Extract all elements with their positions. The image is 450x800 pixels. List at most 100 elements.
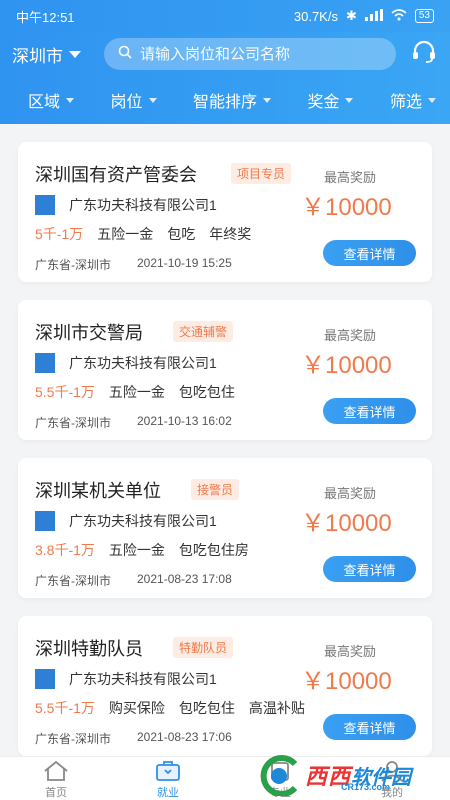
- salary: 5.5千-1万: [35, 384, 95, 400]
- briefcase-icon: [154, 760, 182, 784]
- watermark-logo: 西西 软件园 CR173.com: [255, 752, 445, 798]
- job-info: 5.5千-1万 五险一金 包吃包住: [35, 382, 235, 402]
- status-icons: 30.7K/s ✱ 53: [294, 8, 434, 24]
- job-tag: 特勤队员: [173, 637, 234, 658]
- job-title: 深圳市交警局: [35, 323, 143, 343]
- post-date: 2021-08-23 17:06: [137, 730, 232, 744]
- view-details-button[interactable]: 查看详情: [323, 398, 416, 424]
- job-tag: 项目专员: [231, 163, 292, 184]
- status-time: 中午12:51: [16, 9, 75, 25]
- tab-home[interactable]: 首页: [0, 757, 112, 800]
- job-list: 深圳国有资产管委会 项目专员 广东功夫科技有限公司1 5千-1万 五险一金 包吃…: [0, 124, 450, 756]
- customer-service-button[interactable]: [410, 40, 438, 68]
- job-tag: 接警员: [191, 479, 240, 500]
- job-card[interactable]: 深圳某机关单位 接警员 广东功夫科技有限公司1 3.8千-1万 五险一金 包吃包…: [18, 458, 432, 598]
- signal-icon: [364, 8, 383, 24]
- bluetooth-icon: ✱: [345, 8, 357, 23]
- filter-label: 区域: [28, 94, 61, 111]
- filter-more[interactable]: 筛选: [390, 88, 436, 112]
- filter-bonus[interactable]: 奖金: [307, 88, 354, 112]
- reward-label: 最高奖励: [324, 644, 377, 659]
- reward-amount: ￥10000: [301, 352, 392, 379]
- reward-label: 最高奖励: [324, 486, 377, 501]
- benefit: 包吃包住: [178, 700, 235, 716]
- search-input[interactable]: [140, 45, 370, 63]
- home-icon: [42, 760, 70, 784]
- benefit: 五险一金: [108, 384, 165, 400]
- tab-label: 首页: [45, 787, 67, 799]
- benefit: 五险一金: [97, 226, 154, 242]
- company-name: 广东功夫科技有限公司1: [69, 197, 217, 213]
- salary: 5千-1万: [35, 226, 84, 242]
- job-info: 5千-1万 五险一金 包吃 年终奖: [35, 224, 251, 244]
- chevron-down-icon: [66, 97, 75, 103]
- job-card[interactable]: 深圳市交警局 交通辅警 广东功夫科技有限公司1 5.5千-1万 五险一金 包吃包…: [18, 300, 432, 440]
- chevron-down-icon: [69, 50, 81, 58]
- reward-label: 最高奖励: [324, 328, 377, 343]
- city-selector[interactable]: 深圳市: [12, 42, 102, 67]
- filter-label: 奖金: [307, 94, 340, 111]
- filter-label: 智能排序: [192, 94, 257, 111]
- company-logo: [35, 195, 55, 215]
- tab-employment[interactable]: 就业: [112, 757, 224, 800]
- search-icon: [118, 45, 132, 64]
- location: 广东省-深圳市: [35, 732, 111, 746]
- view-details-button[interactable]: 查看详情: [323, 556, 416, 582]
- filter-region[interactable]: 区域: [28, 88, 75, 112]
- headset-icon: [411, 39, 437, 70]
- reward-amount: ￥10000: [301, 194, 392, 221]
- city-label: 深圳市: [12, 46, 63, 66]
- job-info: 5.5千-1万 购买保险 包吃包住 高温补贴: [35, 698, 305, 718]
- header: 深圳市 区域 岗位 智能排序 奖金 筛选: [0, 32, 450, 124]
- chevron-down-icon: [345, 97, 354, 103]
- network-speed: 30.7K/s: [293, 8, 338, 24]
- wifi-icon: [391, 8, 407, 24]
- job-title: 深圳国有资产管委会: [35, 165, 197, 185]
- company-logo: [35, 353, 55, 373]
- chevron-down-icon: [262, 97, 271, 103]
- filter-label: 筛选: [389, 94, 422, 111]
- filter-bar: 区域 岗位 智能排序 奖金 筛选: [0, 76, 450, 124]
- company-name: 广东功夫科技有限公司1: [69, 355, 217, 371]
- company-logo: [35, 669, 55, 689]
- top-bar: 深圳市: [0, 32, 450, 76]
- salary: 5.5千-1万: [35, 700, 95, 716]
- benefit: 包吃包住: [178, 384, 235, 400]
- benefit: 包吃: [167, 226, 196, 242]
- job-tag: 交通辅警: [173, 321, 234, 342]
- job-card[interactable]: 深圳国有资产管委会 项目专员 广东功夫科技有限公司1 5千-1万 五险一金 包吃…: [18, 142, 432, 282]
- salary: 3.8千-1万: [35, 542, 95, 558]
- search-bar[interactable]: [104, 38, 396, 70]
- post-date: 2021-10-13 16:02: [137, 414, 232, 428]
- benefit: 五险一金: [108, 542, 165, 558]
- reward-label: 最高奖励: [324, 170, 377, 185]
- filter-position[interactable]: 岗位: [110, 88, 157, 112]
- chevron-down-icon: [427, 97, 436, 103]
- company-logo: [35, 511, 55, 531]
- status-bar: 中午12:51 30.7K/s ✱ 53: [0, 0, 450, 32]
- reward-amount: ￥10000: [301, 668, 392, 695]
- watermark-emblem-icon: [260, 755, 298, 796]
- view-details-button[interactable]: 查看详情: [323, 240, 416, 266]
- post-date: 2021-08-23 17:08: [137, 572, 232, 586]
- location: 广东省-深圳市: [35, 416, 111, 430]
- location: 广东省-深圳市: [35, 258, 111, 272]
- company-name: 广东功夫科技有限公司1: [69, 513, 217, 529]
- benefit: 年终奖: [209, 226, 252, 242]
- reward-amount: ￥10000: [301, 510, 392, 537]
- benefit: 高温补贴: [248, 700, 305, 716]
- chevron-down-icon: [148, 97, 157, 103]
- benefit: 购买保险: [108, 700, 165, 716]
- job-title: 深圳某机关单位: [35, 481, 161, 501]
- filter-label: 岗位: [110, 94, 143, 111]
- job-card[interactable]: 深圳特勤队员 特勤队员 广东功夫科技有限公司1 5.5千-1万 购买保险 包吃包…: [18, 616, 432, 756]
- filter-sort[interactable]: 智能排序: [193, 88, 271, 112]
- view-details-button[interactable]: 查看详情: [323, 714, 416, 740]
- job-title: 深圳特勤队员: [35, 639, 143, 659]
- benefit: 包吃包住房: [178, 542, 249, 558]
- tab-label: 就业: [157, 787, 179, 799]
- company-name: 广东功夫科技有限公司1: [69, 671, 217, 687]
- watermark-url: CR173.com: [341, 782, 391, 792]
- job-info: 3.8千-1万 五险一金 包吃包住房: [35, 540, 249, 560]
- post-date: 2021-10-19 15:25: [137, 256, 232, 270]
